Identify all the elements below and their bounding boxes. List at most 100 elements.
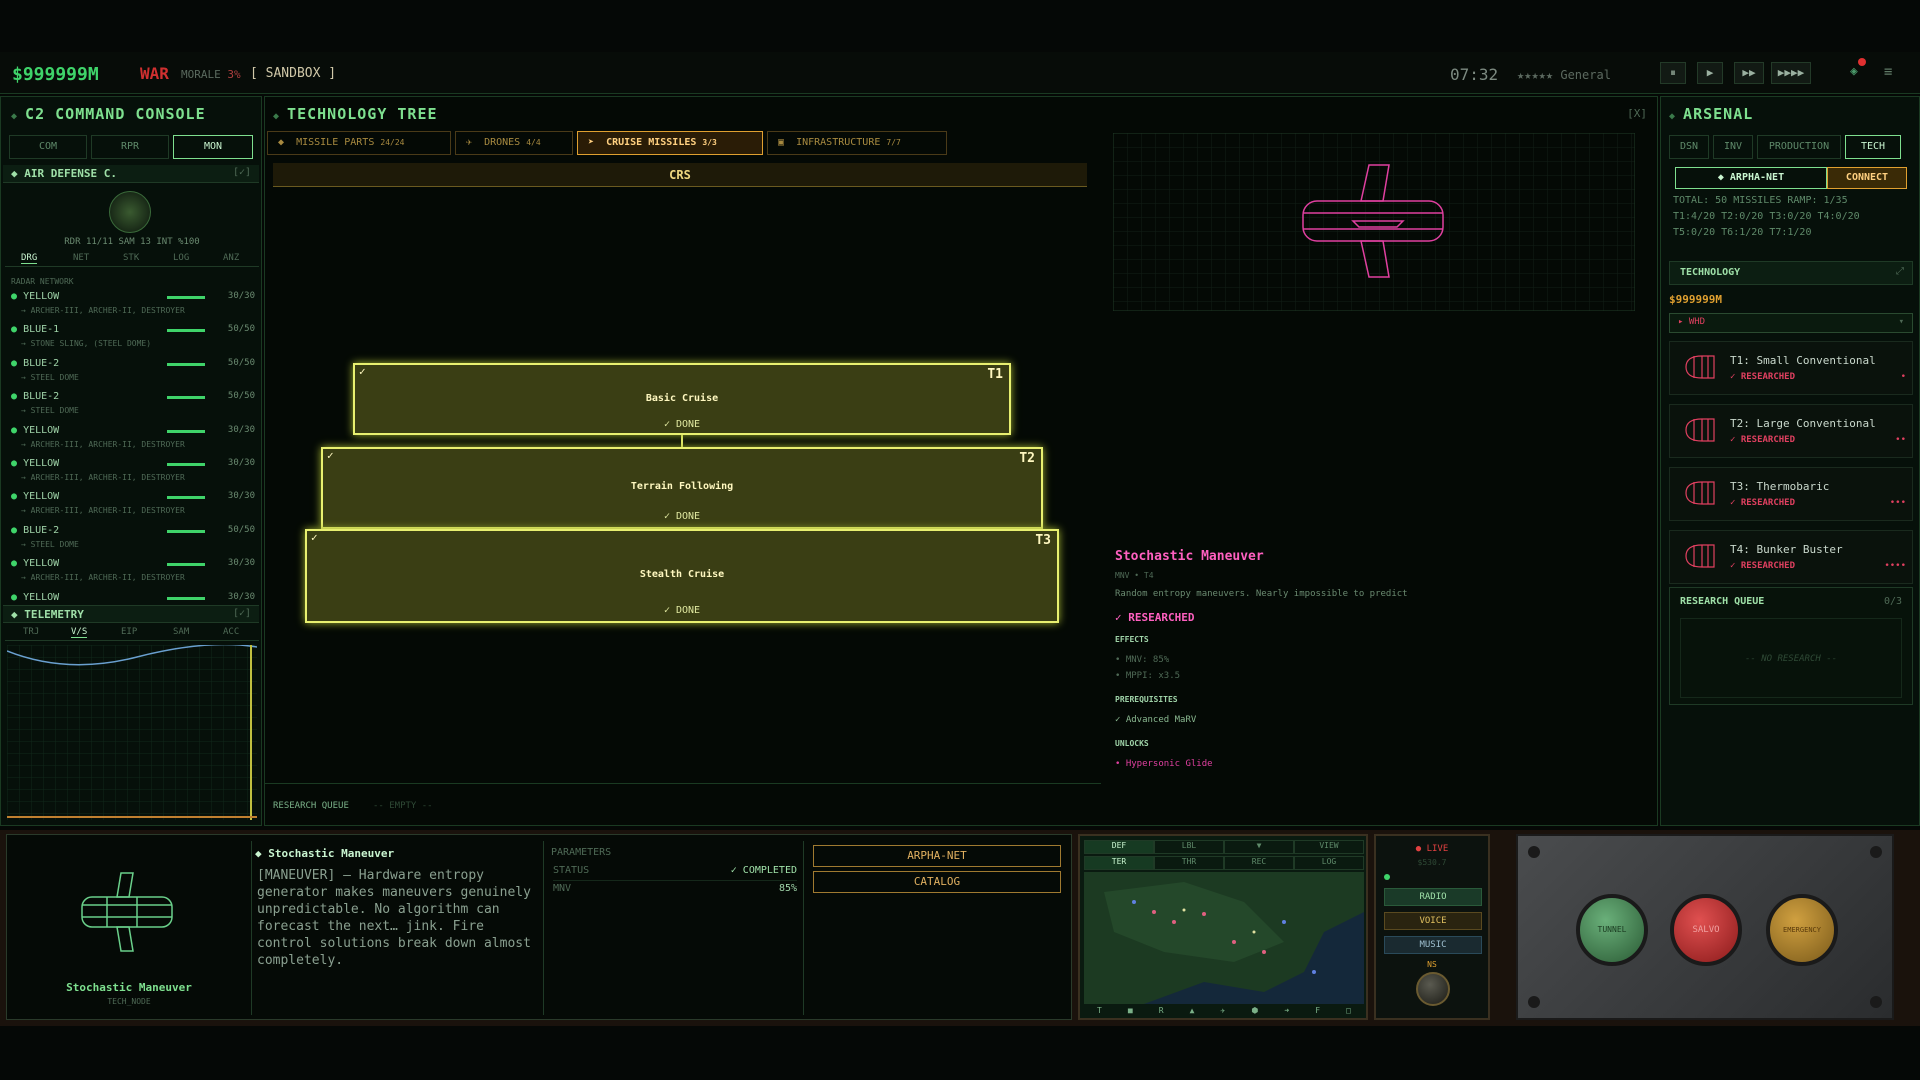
voice-button[interactable]: VOICE — [1384, 912, 1482, 930]
map-tabs-row1: DEF LBL ▼ VIEW — [1084, 840, 1364, 854]
tech-node-t2[interactable]: ✓ T2 Terrain Following ✓ DONE — [321, 447, 1043, 529]
tier-counts: T5:0/20 T6:1/20 T7:1/20 — [1673, 227, 1812, 238]
site-row[interactable]: ● BLUE-2 50/50 → STEEL DOME — [1, 525, 263, 557]
subtab-stk[interactable]: STK — [123, 253, 139, 263]
tab-rpr[interactable]: RPR — [91, 135, 169, 159]
map-tool-icon[interactable]: F — [1315, 1006, 1320, 1018]
pause-button[interactable]: ⏸ — [1660, 62, 1686, 84]
site-row[interactable]: ● BLUE-2 50/50 → STEEL DOME — [1, 358, 263, 390]
map-tool-icon[interactable]: R — [1159, 1006, 1164, 1018]
play-button[interactable]: ▶ — [1697, 62, 1723, 84]
knob-label: NS — [1427, 960, 1437, 969]
money-display: $999999M — [12, 64, 99, 85]
map-tab[interactable]: TER — [1084, 856, 1154, 870]
map-tab[interactable]: REC — [1224, 856, 1294, 870]
tab-drones[interactable]: ✈ DRONES 4/4 — [455, 131, 573, 155]
site-row[interactable]: ● YELLOW 30/30 → ARCHER-III, ARCHER-II, DE… — [1, 558, 263, 590]
tunnel-button[interactable]: TUNNEL — [1576, 894, 1648, 966]
fastest-button[interactable]: ▶▶▶▶ — [1771, 62, 1811, 84]
chevron-down-icon: ▾ — [1898, 317, 1904, 327]
warhead-dropdown[interactable]: ▸ WHD ▾ — [1669, 313, 1913, 333]
tech-node-t1[interactable]: ✓ T1 Basic Cruise ✓ DONE — [353, 363, 1011, 435]
tech-card[interactable]: T2: Large Conventional ✓ RESEARCHED •• — [1669, 404, 1913, 458]
info-panel: Stochastic Maneuver TECH_NODE ◆ Stochast… — [6, 834, 1072, 1020]
map-tab[interactable]: THR — [1154, 856, 1224, 870]
tab-inv[interactable]: INV — [1713, 135, 1753, 159]
tech-card[interactable]: T3: Thermobaric ✓ RESEARCHED ••• — [1669, 467, 1913, 521]
map-tool-icon[interactable]: T — [1097, 1006, 1102, 1018]
unlocks-label: UNLOCKS — [1115, 739, 1149, 748]
arpha-net-link-button[interactable]: ARPHA-NET — [813, 845, 1061, 867]
menu-icon[interactable]: ≡ — [1884, 64, 1892, 80]
tele-tab-trj[interactable]: TRJ — [23, 627, 39, 637]
live-sub: $530.7 — [1417, 858, 1447, 867]
site-row[interactable]: ● YELLOW 30/30 → ARCHER-III, ARCHER-II, DE… — [1, 458, 263, 490]
map-tool-icon[interactable]: ✈ — [1220, 1006, 1225, 1018]
map-tab[interactable]: DEF — [1084, 840, 1154, 854]
site-row[interactable]: ● YELLOW 30/30 → ARCHER-III, ARCHER-II, DE… — [1, 425, 263, 457]
fast-button[interactable]: ▶▶ — [1734, 62, 1764, 84]
tech-card[interactable]: T1: Small Conventional ✓ RESEARCHED • — [1669, 341, 1913, 395]
site-row[interactable]: ● YELLOW 30/30 → ARCHER-III, ARCHER-II, DE… — [1, 491, 263, 523]
map-tool-icon[interactable]: ➜ — [1284, 1006, 1289, 1018]
radar-label: RADAR NETWORK — [11, 277, 74, 286]
connect-button[interactable]: CONNECT — [1827, 167, 1907, 189]
map-tool-icon[interactable]: ■ — [1128, 1006, 1133, 1018]
tab-dsn[interactable]: DSN — [1669, 135, 1709, 159]
screw-icon — [1870, 996, 1882, 1008]
emergency-button[interactable]: EMERGENCY — [1766, 894, 1838, 966]
warhead-icon — [1685, 355, 1715, 379]
site-row[interactable]: ● BLUE-1 50/50 → STONE SLING, (STEEL DOME) — [1, 324, 263, 356]
tab-cruise-missiles[interactable]: ➤ CRUISE MISSILES 3/3 — [577, 131, 763, 155]
map-tab[interactable]: VIEW — [1294, 840, 1364, 854]
detail-desc: Random entropy maneuvers. Nearly impossi… — [1115, 589, 1408, 599]
volume-knob[interactable] — [1416, 972, 1450, 1006]
info-title: ◆ Stochastic Maneuver — [255, 847, 395, 860]
tele-tab-sam[interactable]: SAM — [173, 627, 189, 637]
subtab-anz[interactable]: ANZ — [223, 253, 239, 263]
tab-com[interactable]: COM — [9, 135, 87, 159]
effects-label: EFFECTS — [1115, 635, 1149, 644]
screw-icon — [1528, 996, 1540, 1008]
subtabs: DRG NET STK LOG ANZ — [5, 253, 259, 267]
close-button[interactable]: [X] — [1627, 107, 1647, 120]
subtab-drg[interactable]: DRG — [21, 253, 38, 264]
param-row: MNV 85% — [553, 883, 797, 894]
section-header[interactable]: ◆ AIR DEFENSE C. [✓] — [3, 165, 259, 183]
unlocks-item[interactable]: • Hypersonic Glide — [1115, 759, 1213, 769]
tele-tab-acc[interactable]: ACC — [223, 627, 239, 637]
missile-wireframe-icon — [81, 872, 173, 952]
map-tool-icon[interactable]: ⬢ — [1251, 1006, 1258, 1018]
telemetry-header[interactable]: ◆ TELEMETRY [✓] — [3, 605, 259, 623]
map-tool-icon[interactable]: □ — [1346, 1006, 1351, 1018]
minimap[interactable] — [1084, 872, 1364, 1004]
tab-mon[interactable]: MON — [173, 135, 253, 159]
map-tab[interactable]: ▼ — [1224, 840, 1294, 854]
tab-tech[interactable]: TECH — [1845, 135, 1901, 159]
map-tab[interactable]: LBL — [1154, 840, 1224, 854]
tab-infrastructure[interactable]: ▣ INFRASTRUCTURE 7/7 — [767, 131, 947, 155]
tab-production[interactable]: PRODUCTION — [1757, 135, 1841, 159]
radio-button[interactable]: RADIO — [1384, 888, 1482, 906]
missile-total: TOTAL: 50 MISSILES RAMP: 1/35 — [1673, 195, 1848, 206]
map-tool-icon[interactable]: ▲ — [1190, 1006, 1195, 1018]
salvo-button[interactable]: SALVO — [1670, 894, 1742, 966]
tele-tab-eip[interactable]: EIP — [121, 627, 137, 637]
notification-icon[interactable]: ◈ — [1850, 58, 1866, 79]
site-row[interactable]: ● YELLOW 30/30 → ARCHER-III, ARCHER-II, DE… — [1, 291, 263, 323]
catalog-button[interactable]: CATALOG — [813, 871, 1061, 893]
tech-node-t3[interactable]: ✓ T3 Stealth Cruise ✓ DONE — [305, 529, 1059, 623]
tele-tab-vs[interactable]: V/S — [71, 627, 88, 638]
arpha-net-button[interactable]: ◆ ARPHA-NET — [1675, 167, 1827, 189]
param-row: STATUS ✓ COMPLETED — [553, 865, 797, 881]
tech-card[interactable]: T4: Bunker Buster ✓ RESEARCHED •••• — [1669, 530, 1913, 584]
map-tab[interactable]: LOG — [1294, 856, 1364, 870]
subtab-log[interactable]: LOG — [173, 253, 189, 263]
subtab-net[interactable]: NET — [73, 253, 89, 263]
prereq-label: PREREQUISITES — [1115, 695, 1178, 704]
status-led — [1384, 874, 1390, 880]
audio-panel: ● LIVE $530.7 RADIO VOICE MUSIC NS — [1374, 834, 1490, 1020]
tab-missile-parts[interactable]: ◆ MISSILE PARTS 24/24 — [267, 131, 451, 155]
music-button[interactable]: MUSIC — [1384, 936, 1482, 954]
site-row[interactable]: ● BLUE-2 50/50 → STEEL DOME — [1, 391, 263, 423]
